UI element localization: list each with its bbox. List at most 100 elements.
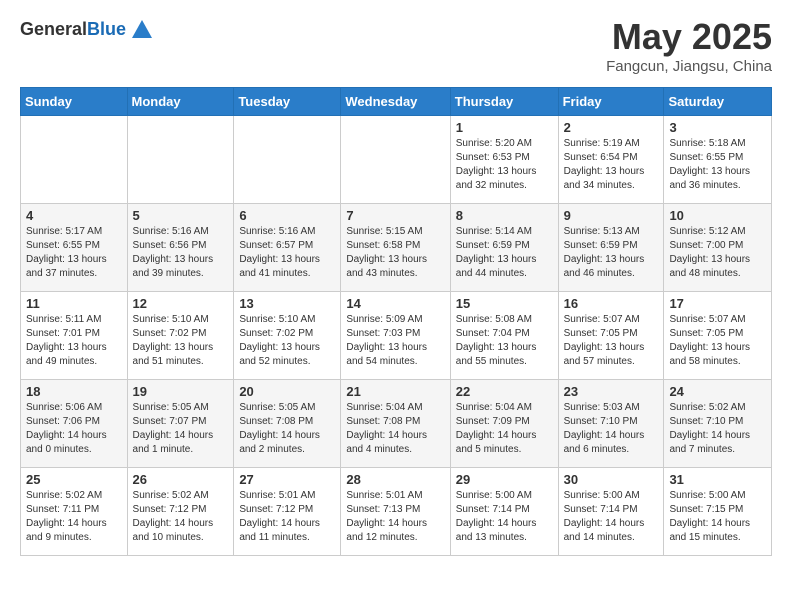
day-info: Sunrise: 5:08 AM Sunset: 7:04 PM Dayligh… [456, 313, 553, 369]
day-cell: 16Sunrise: 5:07 AM Sunset: 7:05 PM Dayli… [558, 292, 664, 380]
day-info: Sunrise: 5:10 AM Sunset: 7:02 PM Dayligh… [133, 313, 229, 369]
day-cell: 1 Sunrise: 5:20 AM Sunset: 6:53 PM Daylig… [450, 116, 558, 204]
day-number: 4 [26, 208, 122, 223]
day-number: 11 [26, 296, 122, 311]
day-cell: 22Sunrise: 5:04 AM Sunset: 7:09 PM Dayli… [450, 380, 558, 468]
col-header-sunday: Sunday [21, 88, 128, 116]
week-row-2: 4Sunrise: 5:17 AM Sunset: 6:55 PM Daylig… [21, 204, 772, 292]
day-number: 27 [239, 472, 335, 487]
day-info: Sunrise: 5:03 AM Sunset: 7:10 PM Dayligh… [564, 401, 659, 457]
day-cell [127, 116, 234, 204]
day-info: Sunrise: 5:07 AM Sunset: 7:05 PM Dayligh… [669, 313, 766, 369]
day-cell: 3 Sunrise: 5:18 AM Sunset: 6:55 PM Daylig… [664, 116, 772, 204]
day-number: 13 [239, 296, 335, 311]
day-number: 23 [564, 384, 659, 399]
day-cell: 17 Sunrise: 5:07 AM Sunset: 7:05 PM Dayli… [664, 292, 772, 380]
day-number: 31 [669, 472, 766, 487]
day-number: 17 [669, 296, 766, 311]
day-info: Sunrise: 5:01 AM Sunset: 7:13 PM Dayligh… [346, 489, 444, 545]
page: GeneralBlue May 2025 Fangcun, Jiangsu, C… [0, 0, 792, 572]
day-number: 22 [456, 384, 553, 399]
day-number: 12 [133, 296, 229, 311]
day-cell: 25Sunrise: 5:02 AM Sunset: 7:11 PM Dayli… [21, 468, 128, 556]
day-info: Sunrise: 5:11 AM Sunset: 7:01 PM Dayligh… [26, 313, 122, 369]
day-number: 30 [564, 472, 659, 487]
day-cell: 31Sunrise: 5:00 AM Sunset: 7:15 PM Dayli… [664, 468, 772, 556]
col-header-tuesday: Tuesday [234, 88, 341, 116]
day-info: Sunrise: 5:04 AM Sunset: 7:08 PM Dayligh… [346, 401, 444, 457]
day-cell [21, 116, 128, 204]
day-info: Sunrise: 5:20 AM Sunset: 6:53 PM Dayligh… [456, 137, 553, 193]
day-number: 10 [669, 208, 766, 223]
day-info: Sunrise: 5:14 AM Sunset: 6:59 PM Dayligh… [456, 225, 553, 281]
day-info: Sunrise: 5:05 AM Sunset: 7:07 PM Dayligh… [133, 401, 229, 457]
week-row-1: 1 Sunrise: 5:20 AM Sunset: 6:53 PM Daylig… [21, 116, 772, 204]
day-cell: 11 Sunrise: 5:11 AM Sunset: 7:01 PM Dayli… [21, 292, 128, 380]
day-number: 1 [456, 120, 553, 135]
day-info: Sunrise: 5:05 AM Sunset: 7:08 PM Dayligh… [239, 401, 335, 457]
day-number: 14 [346, 296, 444, 311]
header: GeneralBlue May 2025 Fangcun, Jiangsu, C… [20, 16, 772, 75]
day-number: 6 [239, 208, 335, 223]
day-number: 21 [346, 384, 444, 399]
day-number: 19 [133, 384, 229, 399]
day-info: Sunrise: 5:19 AM Sunset: 6:54 PM Dayligh… [564, 137, 659, 193]
day-number: 20 [239, 384, 335, 399]
logo-blue: Blue [87, 19, 126, 39]
day-cell: 5 Sunrise: 5:16 AM Sunset: 6:56 PM Daylig… [127, 204, 234, 292]
day-cell: 20 Sunrise: 5:05 AM Sunset: 7:08 PM Dayli… [234, 380, 341, 468]
header-row: SundayMondayTuesdayWednesdayThursdayFrid… [21, 88, 772, 116]
logo: GeneralBlue [20, 16, 156, 44]
day-number: 25 [26, 472, 122, 487]
day-number: 8 [456, 208, 553, 223]
day-info: Sunrise: 5:07 AM Sunset: 7:05 PM Dayligh… [564, 313, 659, 369]
day-cell: 19 Sunrise: 5:05 AM Sunset: 7:07 PM Dayli… [127, 380, 234, 468]
day-cell [234, 116, 341, 204]
day-info: Sunrise: 5:13 AM Sunset: 6:59 PM Dayligh… [564, 225, 659, 281]
col-header-thursday: Thursday [450, 88, 558, 116]
week-row-3: 11 Sunrise: 5:11 AM Sunset: 7:01 PM Dayli… [21, 292, 772, 380]
day-cell: 6Sunrise: 5:16 AM Sunset: 6:57 PM Daylig… [234, 204, 341, 292]
day-cell: 13 Sunrise: 5:10 AM Sunset: 7:02 PM Dayli… [234, 292, 341, 380]
day-cell: 7Sunrise: 5:15 AM Sunset: 6:58 PM Daylig… [341, 204, 450, 292]
day-info: Sunrise: 5:18 AM Sunset: 6:55 PM Dayligh… [669, 137, 766, 193]
day-number: 18 [26, 384, 122, 399]
day-cell: 9Sunrise: 5:13 AM Sunset: 6:59 PM Daylig… [558, 204, 664, 292]
day-cell [341, 116, 450, 204]
day-cell: 23 Sunrise: 5:03 AM Sunset: 7:10 PM Dayli… [558, 380, 664, 468]
day-cell: 26Sunrise: 5:02 AM Sunset: 7:12 PM Dayli… [127, 468, 234, 556]
day-number: 29 [456, 472, 553, 487]
day-info: Sunrise: 5:16 AM Sunset: 6:56 PM Dayligh… [133, 225, 229, 281]
day-cell: 15Sunrise: 5:08 AM Sunset: 7:04 PM Dayli… [450, 292, 558, 380]
day-info: Sunrise: 5:00 AM Sunset: 7:14 PM Dayligh… [456, 489, 553, 545]
calendar-table: SundayMondayTuesdayWednesdayThursdayFrid… [20, 87, 772, 556]
day-cell: 12 Sunrise: 5:10 AM Sunset: 7:02 PM Dayli… [127, 292, 234, 380]
day-info: Sunrise: 5:15 AM Sunset: 6:58 PM Dayligh… [346, 225, 444, 281]
title-block: May 2025 Fangcun, Jiangsu, China [606, 16, 772, 75]
col-header-wednesday: Wednesday [341, 88, 450, 116]
month-title: May 2025 [606, 16, 772, 58]
day-cell: 28Sunrise: 5:01 AM Sunset: 7:13 PM Dayli… [341, 468, 450, 556]
day-number: 3 [669, 120, 766, 135]
subtitle: Fangcun, Jiangsu, China [606, 58, 772, 75]
day-number: 2 [564, 120, 659, 135]
day-cell: 24Sunrise: 5:02 AM Sunset: 7:10 PM Dayli… [664, 380, 772, 468]
day-info: Sunrise: 5:10 AM Sunset: 7:02 PM Dayligh… [239, 313, 335, 369]
day-cell: 14 Sunrise: 5:09 AM Sunset: 7:03 PM Dayli… [341, 292, 450, 380]
day-info: Sunrise: 5:06 AM Sunset: 7:06 PM Dayligh… [26, 401, 122, 457]
day-cell: 18 Sunrise: 5:06 AM Sunset: 7:06 PM Dayli… [21, 380, 128, 468]
day-info: Sunrise: 5:02 AM Sunset: 7:12 PM Dayligh… [133, 489, 229, 545]
day-cell: 27 Sunrise: 5:01 AM Sunset: 7:12 PM Dayli… [234, 468, 341, 556]
day-number: 5 [133, 208, 229, 223]
logo-general: General [20, 19, 87, 39]
col-header-monday: Monday [127, 88, 234, 116]
week-row-4: 18 Sunrise: 5:06 AM Sunset: 7:06 PM Dayli… [21, 380, 772, 468]
week-row-5: 25Sunrise: 5:02 AM Sunset: 7:11 PM Dayli… [21, 468, 772, 556]
day-info: Sunrise: 5:01 AM Sunset: 7:12 PM Dayligh… [239, 489, 335, 545]
col-header-saturday: Saturday [664, 88, 772, 116]
day-info: Sunrise: 5:09 AM Sunset: 7:03 PM Dayligh… [346, 313, 444, 369]
day-info: Sunrise: 5:00 AM Sunset: 7:14 PM Dayligh… [564, 489, 659, 545]
day-cell: 4Sunrise: 5:17 AM Sunset: 6:55 PM Daylig… [21, 204, 128, 292]
day-cell: 2 Sunrise: 5:19 AM Sunset: 6:54 PM Daylig… [558, 116, 664, 204]
day-cell: 8 Sunrise: 5:14 AM Sunset: 6:59 PM Daylig… [450, 204, 558, 292]
